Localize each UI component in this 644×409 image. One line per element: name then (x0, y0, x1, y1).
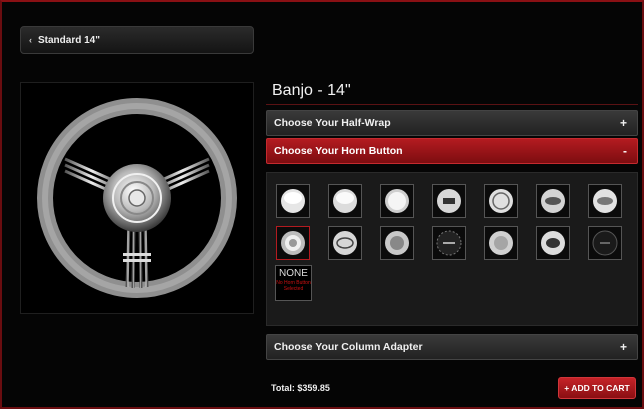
column-adapter-label: Choose Your Column Adapter (274, 341, 423, 353)
horn-option[interactable] (588, 226, 622, 260)
horn-option[interactable] (380, 184, 414, 218)
product-title: Banjo - 14" (272, 82, 351, 99)
back-button-label: Standard 14" (38, 34, 100, 46)
none-sublabel: No Horn Button Selected (276, 280, 311, 292)
horn-button-icon (281, 231, 305, 255)
horn-button-icon (437, 189, 461, 213)
half-wrap-label: Choose Your Half-Wrap (274, 117, 391, 129)
horn-button-icon (436, 230, 462, 256)
chevron-left-icon: ‹ (29, 35, 32, 45)
title-divider (266, 104, 638, 105)
add-to-cart-button[interactable]: + ADD TO CART (558, 377, 636, 399)
horn-button-icon (489, 231, 513, 255)
horn-option[interactable] (432, 184, 466, 218)
horn-button-icon (281, 189, 305, 213)
half-wrap-header[interactable]: Choose Your Half-Wrap + (266, 110, 638, 136)
horn-option[interactable] (536, 184, 570, 218)
horn-button-icon (385, 231, 409, 255)
page-frame: ‹ Standard 14" Banjo - 14" Choose Your H… (0, 0, 644, 409)
horn-option-selected[interactable] (276, 226, 310, 260)
horn-option-none[interactable]: NONE No Horn Button Selected (275, 265, 312, 301)
horn-button-icon (333, 231, 357, 255)
horn-button-icon (593, 189, 617, 213)
plus-icon: + (619, 340, 627, 354)
horn-option[interactable] (432, 226, 466, 260)
horn-option[interactable] (380, 226, 414, 260)
plus-icon: + (619, 116, 627, 130)
steering-wheel-image (37, 98, 237, 298)
none-label: NONE (279, 268, 308, 279)
back-button[interactable]: ‹ Standard 14" (20, 26, 254, 54)
horn-button-label: Choose Your Horn Button (274, 145, 403, 157)
horn-option[interactable] (328, 226, 362, 260)
horn-option[interactable] (484, 226, 518, 260)
horn-option[interactable] (328, 184, 362, 218)
horn-option[interactable] (536, 226, 570, 260)
horn-option[interactable] (484, 184, 518, 218)
product-preview (20, 82, 254, 314)
total-price: Total: $359.85 (271, 383, 330, 393)
column-adapter-header[interactable]: Choose Your Column Adapter + (266, 334, 638, 360)
add-to-cart-label: + ADD TO CART (564, 383, 630, 393)
horn-button-icon (592, 230, 618, 256)
horn-button-icon (333, 189, 357, 213)
horn-button-header[interactable]: Choose Your Horn Button - (266, 138, 638, 164)
horn-button-icon (489, 189, 513, 213)
horn-option[interactable] (276, 184, 310, 218)
cart-footer: Total: $359.85 + ADD TO CART (266, 374, 638, 402)
horn-button-icon (385, 189, 409, 213)
horn-button-icon (541, 189, 565, 213)
horn-button-icon (541, 231, 565, 255)
minus-icon: - (623, 144, 627, 158)
horn-button-options: NONE No Horn Button Selected (266, 172, 638, 326)
horn-option[interactable] (588, 184, 622, 218)
